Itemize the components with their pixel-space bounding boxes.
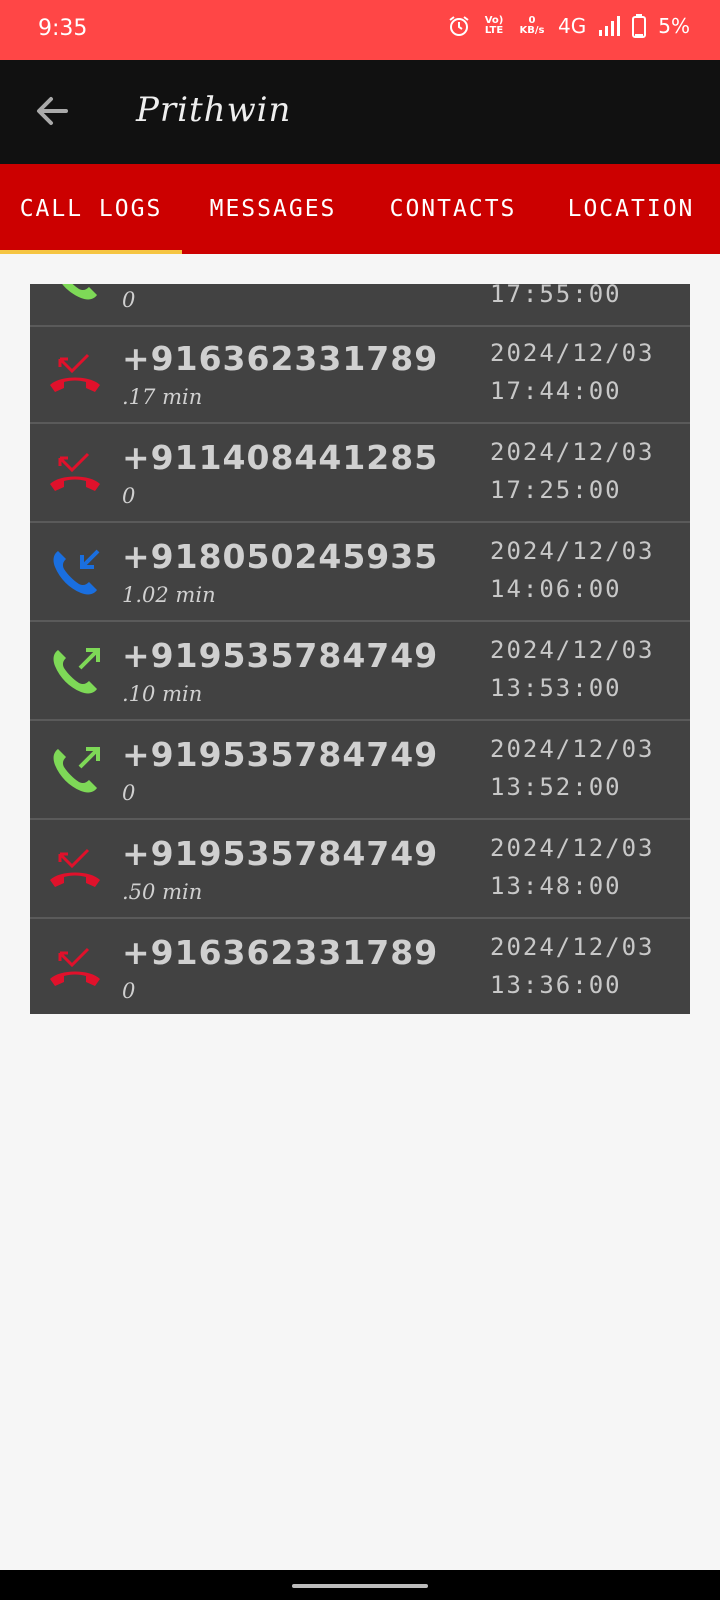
tab-contacts[interactable]: CONTACTS <box>364 164 542 254</box>
call-number: +916362331789 <box>122 933 439 972</box>
signal-icon <box>599 16 621 36</box>
outgoing-call-icon <box>62 284 97 300</box>
call-number: +911408441285 <box>122 438 439 477</box>
call-number: +919535784749 <box>122 735 439 774</box>
call-number: +918050245935 <box>122 537 439 576</box>
missed-call-icon <box>50 848 100 887</box>
call-date: 2024/12/03 <box>490 537 655 565</box>
missed-call-icon <box>50 452 100 491</box>
call-time: 17:25:00 <box>490 476 622 504</box>
network-type: 4G <box>558 14 587 38</box>
outgoing-call-icon <box>53 747 100 793</box>
call-log-row[interactable]: +918050245935 1.02 min 2024/12/03 14:06:… <box>30 523 690 622</box>
missed-call-icon <box>50 353 100 392</box>
call-number: +919535784749 <box>122 834 439 873</box>
call-duration: .17 min <box>122 385 203 409</box>
call-log-row[interactable]: 0 17:55:00 <box>30 284 690 327</box>
call-log-row[interactable]: +919535784749 .50 min 2024/12/03 13:48:0… <box>30 820 690 919</box>
tab-indicator <box>0 250 182 254</box>
call-log-row[interactable]: +916362331789 0 2024/12/03 13:36:00 <box>30 919 690 1014</box>
app-bar: Prithwin <box>0 60 720 164</box>
call-time: 13:36:00 <box>490 971 622 999</box>
battery-icon <box>632 14 647 38</box>
tab-bar: CALL LOGS MESSAGES CONTACTS LOCATION <box>0 164 720 254</box>
call-log-list[interactable]: 0 17:55:00 +916362331789 .17 min 2024/12… <box>30 284 690 1014</box>
call-number: +919535784749 <box>122 636 439 675</box>
call-time: 13:48:00 <box>490 872 622 900</box>
system-nav-bar <box>0 1570 720 1600</box>
tab-location[interactable]: LOCATION <box>542 164 720 254</box>
call-duration: 0 <box>122 288 136 312</box>
missed-call-icon <box>50 947 100 986</box>
tab-call-logs[interactable]: CALL LOGS <box>0 164 182 254</box>
call-duration: 0 <box>122 781 136 805</box>
call-time: 13:52:00 <box>490 773 622 801</box>
call-log-row[interactable]: +919535784749 .10 min 2024/12/03 13:53:0… <box>30 622 690 721</box>
call-duration: .10 min <box>122 682 203 706</box>
home-gesture-handle[interactable] <box>292 1584 428 1588</box>
call-log-row[interactable]: +916362331789 .17 min 2024/12/03 17:44:0… <box>30 325 690 424</box>
call-log-row[interactable]: +919535784749 0 2024/12/03 13:52:00 <box>30 721 690 820</box>
call-date: 2024/12/03 <box>490 438 655 466</box>
call-date: 2024/12/03 <box>490 339 655 367</box>
outgoing-call-icon <box>53 648 100 694</box>
call-log-row[interactable]: +911408441285 0 2024/12/03 17:25:00 <box>30 424 690 523</box>
call-time: 17:44:00 <box>490 377 622 405</box>
tab-messages[interactable]: MESSAGES <box>182 164 364 254</box>
arrow-left-icon[interactable] <box>30 88 76 134</box>
call-date: 2024/12/03 <box>490 933 655 961</box>
call-date: 2024/12/03 <box>490 834 655 862</box>
incoming-call-icon <box>53 549 100 595</box>
volte-indicator: Vo) LTE <box>484 15 504 36</box>
call-time: 17:55:00 <box>490 284 622 308</box>
call-duration: 0 <box>122 484 136 508</box>
battery-level: 5% <box>658 14 690 38</box>
network-speed: 0 KB/s <box>519 15 545 36</box>
call-duration: 1.02 min <box>122 583 216 607</box>
call-date: 2024/12/03 <box>490 636 655 664</box>
status-time: 9:35 <box>38 16 88 41</box>
call-time: 13:53:00 <box>490 674 622 702</box>
status-bar: 9:35 Vo) LTE 0 KB/s 4G 5% <box>0 0 720 60</box>
page-title: Prithwin <box>136 90 292 130</box>
call-number: +916362331789 <box>122 339 439 378</box>
call-time: 14:06:00 <box>490 575 622 603</box>
call-date: 2024/12/03 <box>490 735 655 763</box>
status-icons: Vo) LTE 0 KB/s 4G 5% <box>448 14 690 38</box>
call-duration: .50 min <box>122 880 203 904</box>
alarm-icon <box>449 16 469 36</box>
call-duration: 0 <box>122 979 136 1003</box>
